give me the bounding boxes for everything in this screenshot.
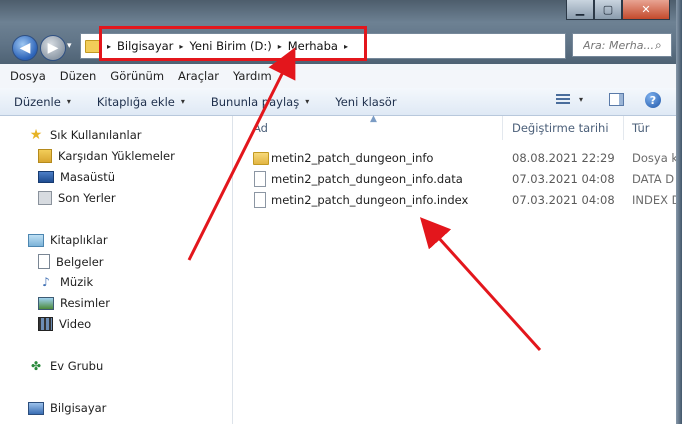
search-icon[interactable]: ⌕ [655, 38, 662, 53]
libraries-icon [28, 233, 44, 247]
column-divider[interactable] [502, 116, 503, 140]
add-to-library-label: Kitaplığa ekle [96, 94, 175, 109]
nav-desktop[interactable]: Masaüstü [38, 170, 115, 184]
file-icon [254, 192, 266, 208]
address-highlight-box [99, 26, 367, 61]
share-with-label: Bununla paylaş [210, 94, 300, 109]
nav-music-label: Müzik [60, 275, 94, 289]
view-options-icon[interactable] [556, 94, 570, 106]
preview-pane-icon[interactable] [609, 93, 624, 106]
minimize-button[interactable]: ▁ [566, 0, 594, 20]
video-icon [38, 317, 53, 331]
navigation-pane: ★ Sık Kullanılanlar Karşıdan Yüklemeler … [0, 116, 232, 424]
file-date: 08.08.2021 22:29 [512, 151, 615, 165]
file-name: metin2_patch_dungeon_info.index [271, 193, 469, 207]
sort-ascending-icon: ▲ [370, 114, 377, 124]
chevron-down-icon: ▾ [305, 97, 310, 106]
nav-recent-places[interactable]: Son Yerler [38, 191, 116, 205]
menu-file[interactable]: Dosya [10, 69, 46, 83]
file-type: Dosya kl [632, 151, 682, 165]
desktop-icon [38, 171, 54, 183]
homegroup-icon: ✤ [30, 359, 42, 373]
recent-pages-dropdown[interactable]: ▾ [67, 41, 72, 51]
file-type: INDEX D [632, 193, 681, 207]
nav-videos-label: Video [59, 317, 92, 331]
nav-computer[interactable]: Bilgisayar [28, 401, 106, 415]
add-to-library-button[interactable]: Kitaplığa ekle ▾ [97, 95, 185, 109]
back-button[interactable]: ◀ [12, 35, 38, 61]
window-border [676, 0, 682, 424]
music-icon: ♪ [42, 275, 50, 289]
file-name: metin2_patch_dungeon_info.data [271, 172, 463, 186]
documents-icon [38, 254, 50, 269]
nav-desktop-label: Masaüstü [60, 170, 116, 184]
help-icon[interactable]: ? [645, 92, 661, 108]
window-controls: ▁ ▢ ✕ [566, 0, 670, 20]
nav-favorites-label: Sık Kullanılanlar [50, 128, 142, 142]
menu-view[interactable]: Görünüm [110, 69, 164, 83]
file-type: DATA D [632, 172, 675, 186]
chevron-down-icon: ▾ [180, 97, 185, 106]
search-input[interactable] [581, 37, 655, 53]
nav-computer-label: Bilgisayar [50, 401, 107, 415]
nav-libraries[interactable]: Kitaplıklar [28, 233, 108, 247]
new-folder-button[interactable]: Yeni klasör [335, 95, 396, 109]
column-divider[interactable] [623, 116, 624, 140]
nav-music[interactable]: ♪ Müzik [38, 275, 93, 289]
explorer-window: ▁ ▢ ✕ ◀ ▶ ▾ ▸ Bilgisayar ▸ Yeni Birim (D… [0, 0, 682, 424]
forward-button[interactable]: ▶ [40, 35, 66, 61]
view-options-dropdown[interactable]: ▾ [579, 95, 583, 104]
file-icon [254, 171, 266, 187]
folder-icon [253, 152, 269, 165]
nav-homegroup-label: Ev Grubu [50, 359, 104, 373]
nav-libraries-label: Kitaplıklar [50, 233, 108, 247]
share-with-button[interactable]: Bununla paylaş ▾ [211, 95, 309, 109]
file-date: 07.03.2021 04:08 [512, 172, 615, 186]
nav-pictures-label: Resimler [60, 296, 110, 310]
menu-bar: Dosya Düzen Görünüm Araçlar Yardım [0, 64, 682, 89]
organize-label: Düzenle [14, 94, 61, 109]
menu-help[interactable]: Yardım [233, 69, 272, 83]
column-header-type[interactable]: Tür [632, 116, 649, 140]
maximize-button[interactable]: ▢ [594, 0, 622, 20]
chevron-down-icon: ▾ [66, 97, 71, 106]
arrow-left-icon: ◀ [19, 40, 31, 56]
nav-recent-label: Son Yerler [58, 191, 116, 205]
search-box[interactable]: ⌕ [572, 33, 672, 57]
nav-homegroup[interactable]: ✤ Ev Grubu [28, 359, 103, 373]
star-icon: ★ [29, 127, 43, 143]
file-date: 07.03.2021 04:08 [512, 193, 615, 207]
menu-tools[interactable]: Araçlar [178, 69, 219, 83]
nav-documents-label: Belgeler [56, 254, 104, 269]
recent-places-icon [38, 191, 52, 205]
computer-icon [28, 401, 44, 415]
organize-button[interactable]: Düzenle ▾ [14, 95, 71, 109]
close-button[interactable]: ✕ [622, 0, 670, 20]
arrow-right-icon: ▶ [47, 40, 59, 56]
file-row[interactable]: metin2_patch_dungeon_info.index 07.03.20… [233, 190, 682, 211]
nav-pictures[interactable]: Resimler [38, 296, 110, 310]
command-bar: Düzenle ▾ Kitaplığa ekle ▾ Bununla payla… [0, 88, 682, 116]
pictures-icon [38, 296, 54, 310]
column-header-name[interactable]: Ad [253, 116, 268, 140]
nav-downloads[interactable]: Karşıdan Yüklemeler [38, 149, 175, 163]
file-row[interactable]: metin2_patch_dungeon_info 08.08.2021 22:… [233, 148, 682, 169]
column-header-date[interactable]: Değiştirme tarihi [512, 116, 609, 140]
menu-edit[interactable]: Düzen [60, 69, 97, 83]
file-name: metin2_patch_dungeon_info [271, 151, 434, 165]
nav-documents[interactable]: Belgeler [38, 254, 104, 269]
file-list: ▲ Ad Değiştirme tarihi Tür metin2_patch_… [233, 114, 682, 424]
downloads-folder-icon [38, 149, 52, 163]
nav-videos[interactable]: Video [38, 317, 91, 331]
nav-downloads-label: Karşıdan Yüklemeler [58, 149, 175, 163]
nav-favorites[interactable]: ★ Sık Kullanılanlar [28, 127, 142, 143]
file-row[interactable]: metin2_patch_dungeon_info.data 07.03.202… [233, 169, 682, 190]
